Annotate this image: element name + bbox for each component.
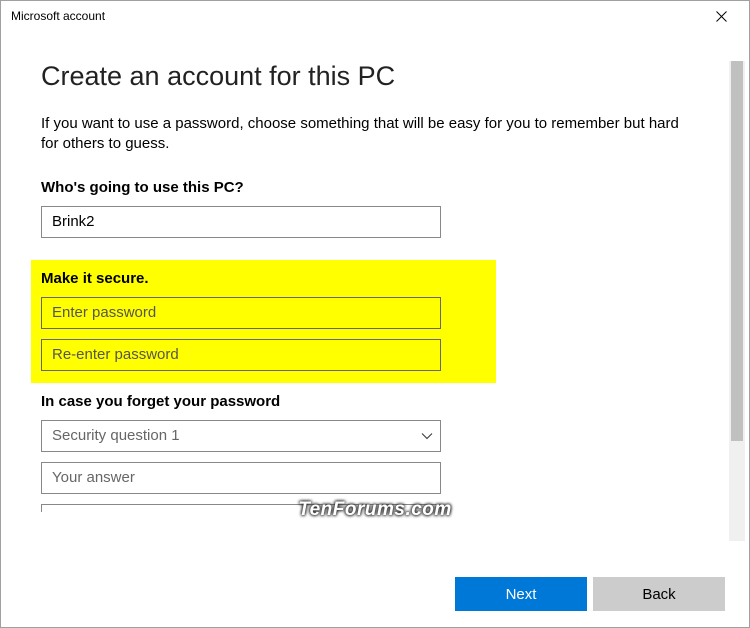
- page-description: If you want to use a password, choose so…: [41, 114, 689, 155]
- chevron-down-icon: [421, 432, 433, 440]
- page-title: Create an account for this PC: [41, 61, 689, 92]
- scrollbar-thumb[interactable]: [731, 61, 743, 441]
- password-label: Make it secure.: [41, 270, 486, 287]
- button-bar: Next Back: [455, 577, 725, 611]
- security-answer-input[interactable]: [41, 462, 441, 494]
- titlebar: Microsoft account: [1, 1, 749, 31]
- next-button[interactable]: Next: [455, 577, 587, 611]
- window-title: Microsoft account: [11, 9, 701, 23]
- close-icon: [716, 11, 727, 22]
- security-question-select[interactable]: Security question 1: [41, 420, 441, 452]
- username-label: Who's going to use this PC?: [41, 179, 689, 196]
- partial-cutoff-input: [41, 504, 441, 512]
- security-label: In case you forget your password: [41, 393, 689, 410]
- security-question-value: Security question 1: [52, 427, 180, 444]
- username-section: Who's going to use this PC?: [41, 179, 689, 238]
- back-button[interactable]: Back: [593, 577, 725, 611]
- security-section: In case you forget your password Securit…: [41, 393, 689, 512]
- close-button[interactable]: [701, 2, 741, 30]
- content-area: Create an account for this PC If you wan…: [1, 31, 749, 627]
- password-input[interactable]: [41, 297, 441, 329]
- reenter-password-input[interactable]: [41, 339, 441, 371]
- username-input[interactable]: [41, 206, 441, 238]
- password-section: Make it secure.: [31, 260, 496, 383]
- scrollbar-track[interactable]: [729, 61, 745, 541]
